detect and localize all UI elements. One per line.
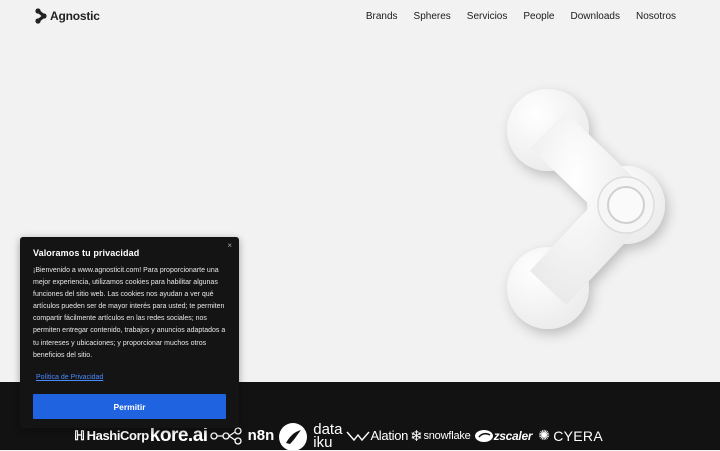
- main-nav: Brands Spheres Servicios People Download…: [350, 11, 676, 22]
- nav-spheres[interactable]: Spheres: [414, 11, 451, 22]
- snowflake-label: snowflake: [423, 429, 471, 442]
- hashicorp-label: HashiCorp: [86, 428, 150, 443]
- snowflake-icon: ❄: [410, 427, 423, 445]
- cookie-body-text: ¡Bienvenido a www.agnosticit.com! Para p…: [33, 267, 226, 359]
- cyera-icon: ✺: [538, 427, 551, 443]
- dataiku-label-line2: iku: [313, 433, 333, 451]
- partner-snowflake: ❄ snowflake: [410, 427, 471, 445]
- zscaler-label: zscaler: [493, 428, 533, 443]
- partner-hashicorp: ℍ HashiCorp: [74, 428, 149, 444]
- alation-label: Alation: [370, 428, 409, 443]
- nav-nosotros[interactable]: Nosotros: [636, 11, 676, 22]
- zscaler-icon: [474, 429, 493, 442]
- nav-brands[interactable]: Brands: [366, 11, 398, 22]
- nav-servicios[interactable]: Servicios: [467, 11, 508, 22]
- spinner-3d-logo-icon: [507, 89, 665, 329]
- allow-cookies-button[interactable]: Permitir: [33, 394, 226, 419]
- cookie-title: Valoramos tu privacidad: [33, 248, 140, 258]
- site-header: Agnostic Brands Spheres Servicios People…: [0, 0, 720, 32]
- site-logo[interactable]: Agnostic: [35, 8, 100, 24]
- agnostic-logo-icon: [35, 8, 47, 24]
- partner-zscaler: zscaler: [474, 429, 533, 443]
- hashicorp-icon: ℍ: [74, 427, 85, 443]
- nav-downloads[interactable]: Downloads: [571, 11, 620, 22]
- dataiku-bird-icon: [279, 422, 308, 450]
- n8n-label: n8n: [247, 427, 275, 444]
- partner-dataiku: data iku: [313, 422, 342, 451]
- alation-icon: [346, 431, 370, 441]
- partner-cyera: ✺ CYERA: [538, 427, 603, 444]
- cookie-consent-dialog: × Valoramos tu privacidad ¡Bienvenido a …: [20, 237, 239, 428]
- n8n-icon: [209, 426, 242, 445]
- nav-people[interactable]: People: [523, 11, 554, 22]
- partner-alation: Alation: [346, 428, 408, 443]
- privacy-policy-link[interactable]: Política de Privacidad: [36, 374, 103, 381]
- partner-dataiku-bird: [278, 422, 308, 450]
- cyera-label: CYERA: [553, 427, 603, 444]
- logo-text: Agnostic: [50, 9, 100, 23]
- close-icon[interactable]: ×: [227, 241, 232, 250]
- partner-n8n: n8n: [209, 426, 275, 445]
